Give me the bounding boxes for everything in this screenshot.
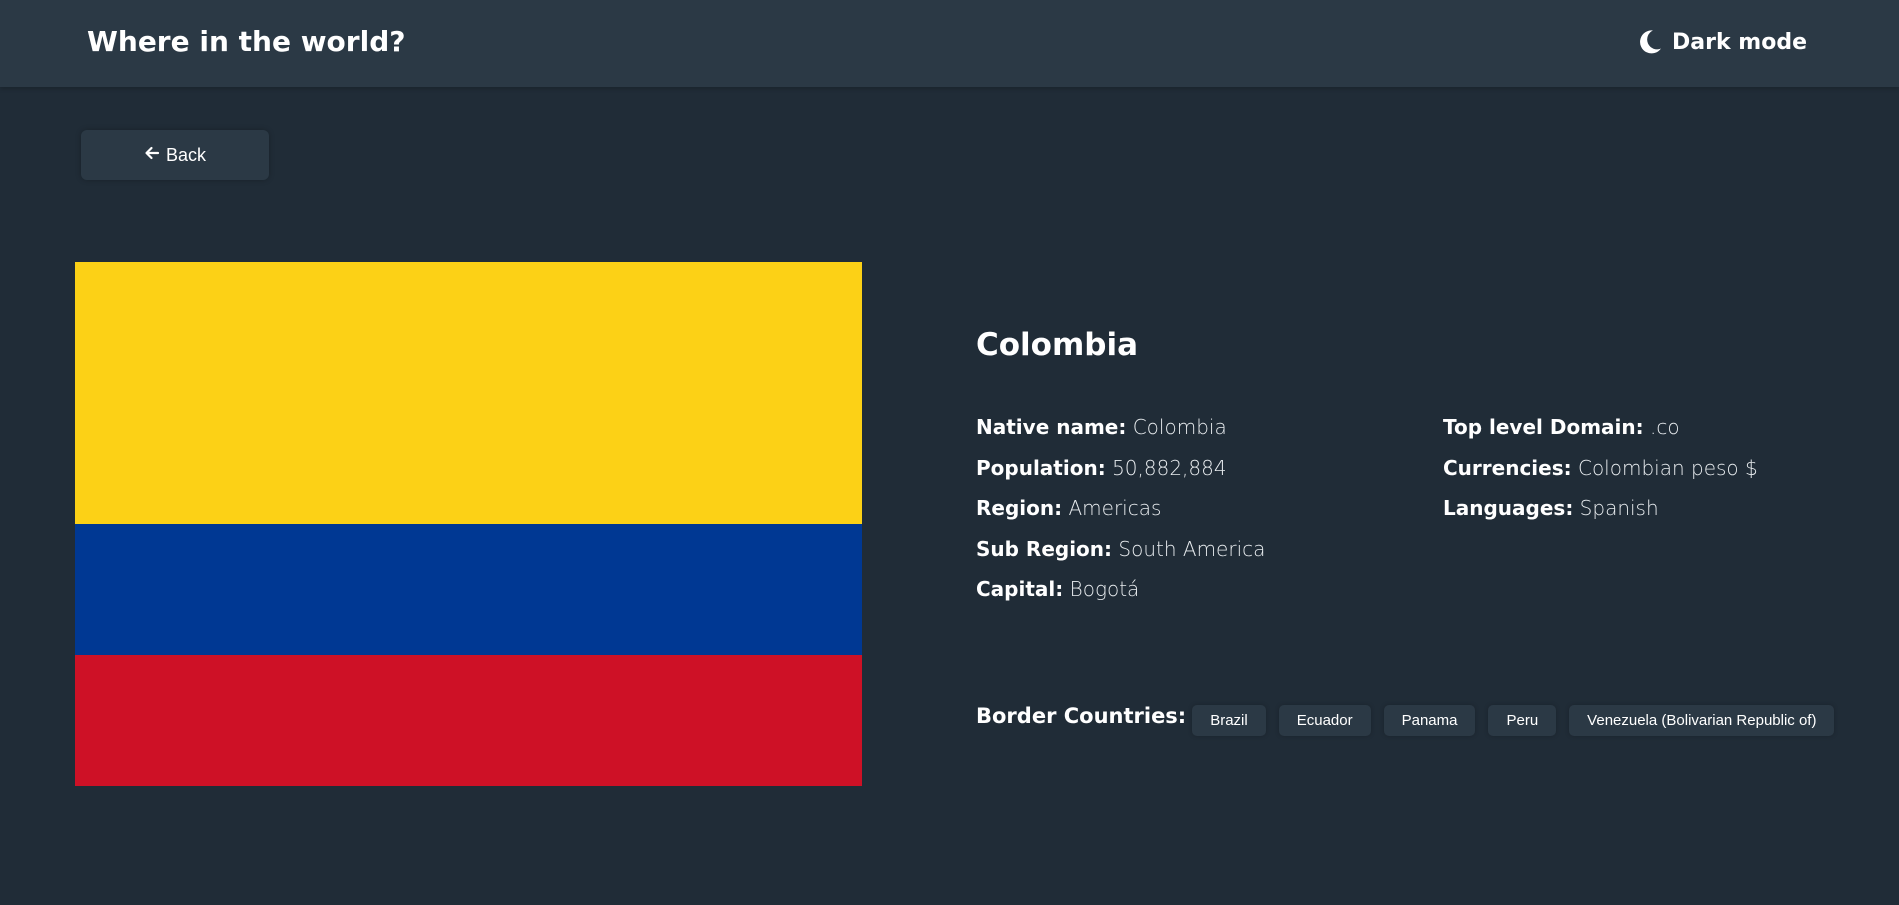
border-country-chip[interactable]: Brazil — [1192, 705, 1266, 736]
native-name-value: Colombia — [1132, 415, 1227, 439]
site-title: Where in the world? — [87, 25, 406, 58]
region-label: Region: — [976, 496, 1063, 520]
country-details: Colombia Native name: Colombia Populatio… — [976, 320, 1856, 736]
back-button[interactable]: Back — [81, 130, 269, 180]
arrow-left-icon — [144, 145, 160, 165]
currencies-label: Currencies: — [1443, 455, 1572, 480]
back-button-label: Back — [165, 144, 207, 165]
languages-label: Languages: — [1443, 496, 1574, 520]
border-countries-list: Brazil Ecuador Panama Peru Venezuela (Bo… — [1192, 705, 1835, 736]
capital-value: Bogotá — [1069, 577, 1140, 601]
flag-image — [75, 262, 862, 786]
dark-mode-label: Dark mode — [1672, 29, 1807, 55]
flag-stripe-2 — [75, 524, 862, 655]
currencies-value: Colombian peso $ — [1577, 455, 1758, 480]
site-header: Where in the world? Dark mode — [0, 0, 1899, 87]
languages-row: Languages: Spanish — [1443, 494, 1758, 535]
region-row: Region: Americas — [976, 494, 1265, 535]
population-row: Population: 50,882,884 — [976, 454, 1265, 495]
border-countries-label: Border Countries: — [976, 703, 1187, 728]
population-label: Population: — [976, 455, 1106, 480]
top-level-domain-value: .co — [1649, 415, 1680, 439]
region-value: Americas — [1068, 496, 1162, 520]
country-name: Colombia — [976, 327, 1139, 363]
sub-region-value: South America — [1118, 536, 1266, 561]
top-level-domain-row: Top level Domain: .co — [1443, 413, 1758, 454]
sub-region-row: Sub Region: South America — [976, 535, 1265, 576]
native-name-label: Native name: — [976, 415, 1127, 439]
info-column-left: Native name: Colombia Population: 50,882… — [976, 413, 1265, 616]
border-country-chip[interactable]: Venezuela (Bolivarian Republic of) — [1569, 705, 1835, 736]
dark-mode-toggle[interactable]: Dark mode — [1638, 24, 1807, 60]
flag-stripe-3 — [75, 655, 862, 786]
top-level-domain-label: Top level Domain: — [1443, 415, 1644, 439]
languages-value: Spanish — [1579, 496, 1659, 520]
flag-stripe-1 — [75, 262, 862, 524]
capital-label: Capital: — [976, 577, 1064, 601]
population-value: 50,882,884 — [1112, 455, 1227, 480]
sub-region-label: Sub Region: — [976, 536, 1113, 561]
currencies-row: Currencies: Colombian peso $ — [1443, 454, 1758, 495]
border-country-chip[interactable]: Peru — [1488, 705, 1557, 736]
country-flag — [75, 262, 862, 786]
native-name-row: Native name: Colombia — [976, 413, 1265, 454]
info-columns: Native name: Colombia Population: 50,882… — [976, 413, 1856, 613]
border-country-chip[interactable]: Ecuador — [1278, 705, 1371, 736]
capital-row: Capital: Bogotá — [976, 575, 1265, 616]
border-countries: Border Countries: Brazil Ecuador Panama … — [976, 703, 1835, 736]
info-column-right: Top level Domain: .co Currencies: Colomb… — [1443, 413, 1758, 535]
moon-icon — [1638, 29, 1662, 55]
border-country-chip[interactable]: Panama — [1383, 705, 1476, 736]
